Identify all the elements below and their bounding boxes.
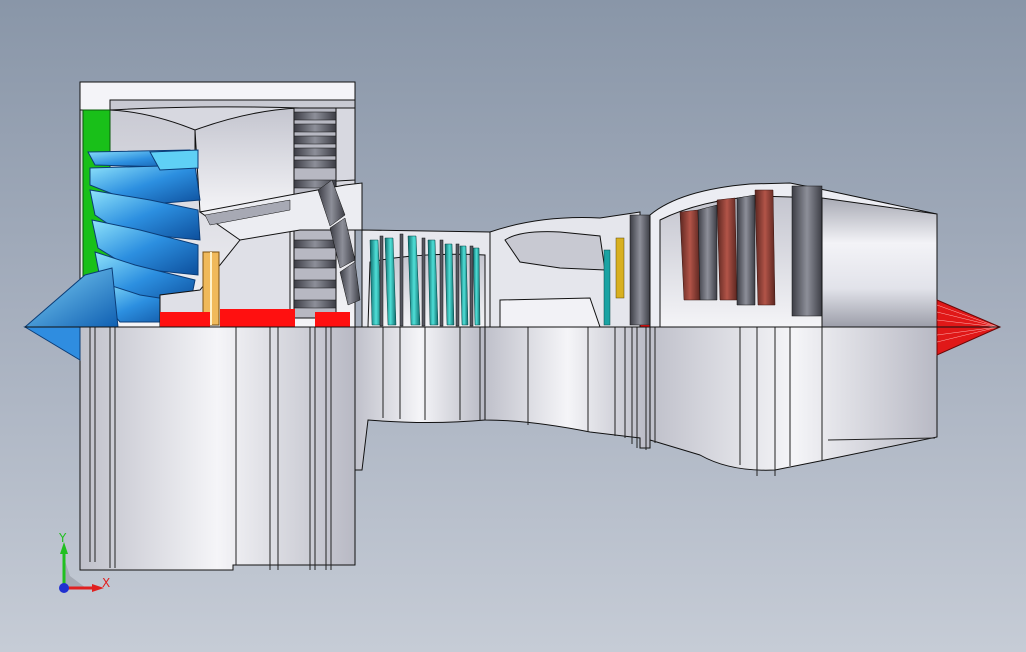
- combustor-igniter: [615, 237, 625, 299]
- coordinate-triad: Y X: [50, 528, 120, 604]
- engine-section-upper: [23, 81, 1002, 361]
- axis-x-label: X: [102, 576, 111, 590]
- spinner: [23, 267, 119, 328]
- fan-case-lower: [79, 326, 356, 571]
- hp-turbine-nozzle: [629, 214, 651, 326]
- diffuser: [499, 297, 601, 328]
- model-viewport[interactable]: [0, 0, 1026, 652]
- axis-y-label: Y: [59, 531, 67, 545]
- engine-exterior-lower: [79, 326, 938, 571]
- turbine-rear-frame: [821, 197, 938, 328]
- spinner-lower: [23, 326, 81, 361]
- core-cowl-lower: [354, 326, 486, 471]
- turbine-case-lower: [649, 326, 938, 471]
